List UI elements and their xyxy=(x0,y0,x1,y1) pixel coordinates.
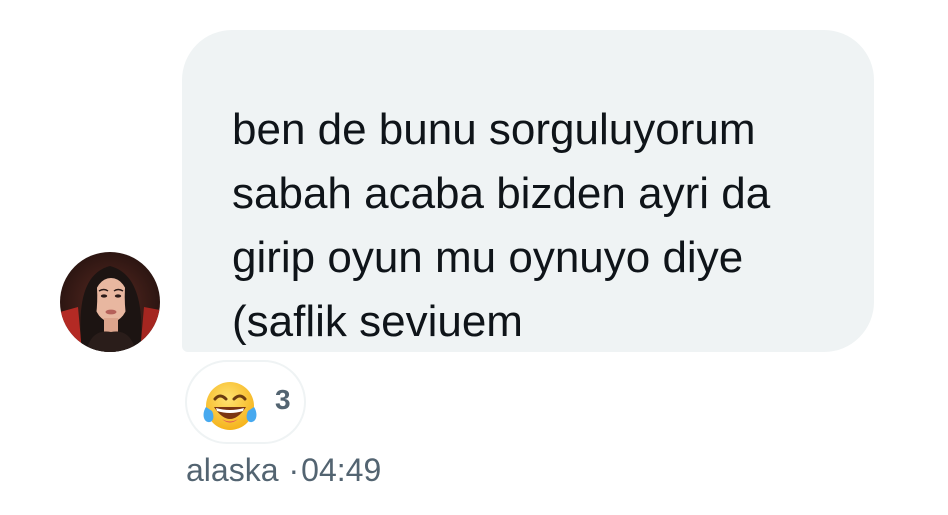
message-bubble[interactable]: ben de bunu sorguluyorum sabah acaba biz… xyxy=(182,30,874,352)
reaction-pill[interactable]: 3 xyxy=(185,360,306,444)
message-text-line-2: sabah acaba bizden ayri da xyxy=(232,169,771,218)
sender-name: alaska xyxy=(186,452,279,488)
tears-of-joy-emoji-icon xyxy=(203,382,257,430)
message-text-line-1: ben de bunu sorguluyorum xyxy=(232,105,756,154)
message-text-line-3: girip oyun mu oynuyo diye xyxy=(232,233,744,282)
message-timestamp: 04:49 xyxy=(301,452,382,488)
message-text-line-4: (saflik seviuem xyxy=(232,297,523,346)
meta-separator: · xyxy=(288,452,300,488)
avatar-image xyxy=(60,252,160,352)
avatar[interactable] xyxy=(60,252,160,352)
message-meta: alaska ·04:49 xyxy=(186,452,381,489)
reaction-count: 3 xyxy=(275,384,291,415)
